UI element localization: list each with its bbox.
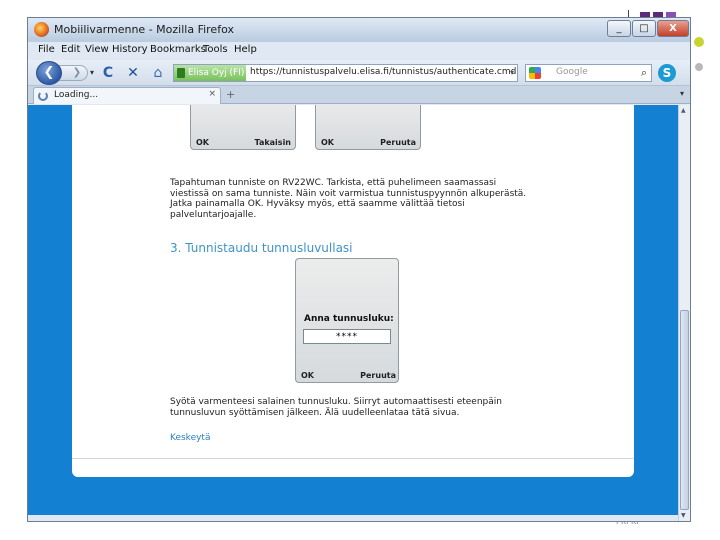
- site-identity-label: Elisa Oyj (FI): [188, 68, 245, 78]
- tab-bar: Loading... × + ▾: [28, 86, 690, 104]
- step2-line-4: palveluntarjoajalle.: [170, 209, 257, 220]
- step3-line-1: Syötä varmenteesi salainen tunnusluku. S…: [170, 397, 502, 407]
- step2-instructions: Tapahtuman tunniste on RV22WC. Tarkista,…: [170, 178, 570, 220]
- url-text[interactable]: https://tunnistuspalvelu.elisa.fi/tunnis…: [250, 67, 516, 77]
- menu-view[interactable]: View: [85, 44, 109, 55]
- slide-canvas: PKI KP Mobiilivarmenne - Mozilla Firefox…: [0, 0, 720, 540]
- minimize-button[interactable]: _: [607, 20, 631, 37]
- close-window-button[interactable]: X: [657, 20, 689, 37]
- firefox-logo-icon: [34, 22, 49, 37]
- phone-mockup-1: OK Takaisin: [190, 105, 296, 150]
- firefox-window: Mobiilivarmenne - Mozilla Firefox _ □ X …: [27, 17, 691, 522]
- pin-masked-field: ****: [303, 329, 391, 344]
- menu-help[interactable]: Help: [234, 44, 257, 55]
- search-bar[interactable]: Google ⌕: [525, 64, 652, 82]
- forward-arrow-icon: ❯: [72, 67, 82, 78]
- step3-heading: 3. Tunnistaudu tunnusluvullasi: [170, 241, 353, 255]
- magnifier-icon[interactable]: ⌕: [641, 66, 647, 80]
- tab-loading[interactable]: Loading... ×: [33, 87, 221, 104]
- menu-bar: File Edit View History Bookmarks Tools H…: [28, 42, 690, 60]
- lock-icon: [177, 68, 185, 78]
- menu-history[interactable]: History: [112, 44, 148, 55]
- site-identity-button[interactable]: Elisa Oyj (FI): [174, 65, 246, 81]
- page-footer-divider: [72, 458, 634, 459]
- forward-button[interactable]: ❯: [58, 65, 88, 81]
- phone-1-back-softkey: Takaisin: [254, 138, 291, 147]
- tab-list-dropdown-icon[interactable]: ▾: [680, 89, 684, 98]
- url-dropdown-icon[interactable]: ▾: [510, 68, 514, 77]
- skype-icon[interactable]: S: [658, 64, 676, 82]
- search-placeholder[interactable]: Google: [556, 67, 588, 77]
- scroll-down-icon[interactable]: ▼: [681, 512, 686, 519]
- cancel-link[interactable]: Keskeytä: [170, 433, 210, 443]
- stop-icon[interactable]: ✕: [124, 64, 142, 82]
- pin-ok-softkey: OK: [301, 371, 314, 380]
- vertical-scrollbar[interactable]: ▲ ▼: [678, 105, 690, 521]
- history-dropdown-icon[interactable]: ▾: [90, 68, 94, 77]
- maximize-button[interactable]: □: [632, 20, 656, 37]
- scrollbar-thumb[interactable]: [680, 310, 689, 510]
- slide-deco-dot-green: [694, 37, 704, 47]
- step2-line-1: Tapahtuman tunniste on RV22WC. Tarkista,…: [170, 178, 497, 188]
- step2-line-3: Jatka painamalla OK. Hyväksy myös, että …: [170, 199, 465, 209]
- menu-file[interactable]: File: [38, 44, 55, 55]
- step3-line-2: tunnusluvun syöttämisen jälkeen. Älä uud…: [170, 407, 460, 418]
- back-arrow-icon: ❮: [43, 65, 55, 80]
- menu-bookmarks[interactable]: Bookmarks: [150, 44, 206, 55]
- menu-tools[interactable]: Tools: [203, 44, 228, 55]
- loading-throbber-icon: [38, 91, 48, 101]
- page-viewport: OK Takaisin OK Peruuta Tapahtuman tunnis…: [28, 105, 678, 515]
- tab-close-icon[interactable]: ×: [208, 89, 216, 99]
- navigation-toolbar: ❯ ❮ ▾ C ✕ ⌂ Elisa Oyj (FI) https://tunni…: [28, 60, 690, 86]
- pin-prompt-label: Anna tunnusluku:: [304, 314, 394, 324]
- pin-cancel-softkey: Peruuta: [360, 371, 396, 380]
- address-bar[interactable]: Elisa Oyj (FI) https://tunnistuspalvelu.…: [173, 64, 518, 82]
- phone-2-cancel-softkey: Peruuta: [380, 138, 416, 147]
- phone-1-ok-softkey: OK: [196, 138, 209, 147]
- home-icon[interactable]: ⌂: [149, 64, 167, 82]
- title-bar: Mobiilivarmenne - Mozilla Firefox _ □ X: [28, 18, 690, 42]
- step2-line-2: viestissä on sama tunniste. Näin voit va…: [170, 188, 527, 199]
- step3-instructions: Syötä varmenteesi salainen tunnusluku. S…: [170, 397, 570, 418]
- phone-2-ok-softkey: OK: [321, 138, 334, 147]
- google-engine-icon[interactable]: [529, 67, 541, 79]
- menu-edit[interactable]: Edit: [61, 44, 80, 55]
- window-title: Mobiilivarmenne - Mozilla Firefox: [54, 23, 234, 36]
- scroll-up-icon[interactable]: ▲: [681, 107, 686, 114]
- phone-mockup-2: OK Peruuta: [315, 105, 421, 150]
- page-content: OK Takaisin OK Peruuta Tapahtuman tunnis…: [72, 105, 634, 477]
- reload-icon[interactable]: C: [99, 64, 117, 82]
- tab-label: Loading...: [54, 90, 99, 100]
- slide-deco-dot-grey: [695, 63, 703, 71]
- back-button[interactable]: ❮: [36, 61, 62, 85]
- new-tab-button[interactable]: +: [226, 88, 235, 101]
- phone-pin-mockup: Anna tunnusluku: **** OK Peruuta: [295, 258, 399, 383]
